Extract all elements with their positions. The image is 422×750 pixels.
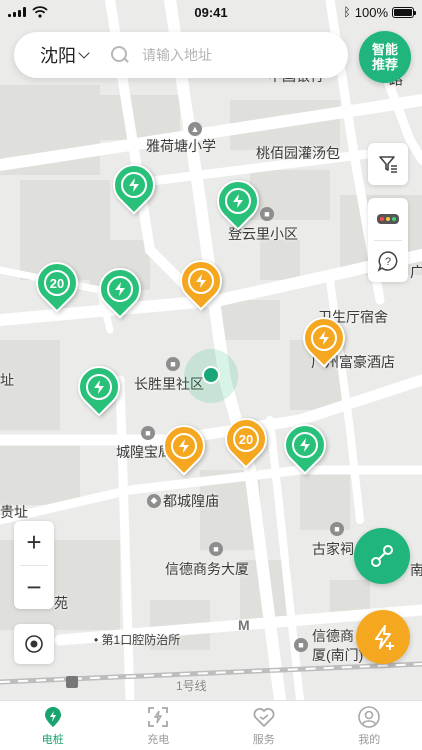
map-label-line1: 1号线 bbox=[176, 679, 207, 693]
map-label-soup: 桃佰园灌汤包 bbox=[256, 145, 340, 161]
charging-station-pin[interactable] bbox=[69, 357, 129, 420]
map-poi-icon: ■ bbox=[164, 355, 182, 373]
service-heart-icon bbox=[253, 707, 275, 727]
map-label-xinde-south: 信德商 bbox=[312, 628, 354, 644]
search-bar: 沈阳 bbox=[14, 32, 348, 78]
lightning-bolt-icon bbox=[311, 325, 337, 351]
map-label-gujia: 古家祠 bbox=[312, 541, 354, 557]
city-name: 沈阳 bbox=[40, 46, 76, 66]
traffic-light-icon bbox=[377, 213, 399, 224]
tab-label: 我的 bbox=[358, 733, 381, 746]
charging-station-pin[interactable] bbox=[90, 259, 150, 322]
tab-label: 充电 bbox=[147, 733, 170, 746]
map-poi-icon: ■ bbox=[292, 636, 310, 654]
bus-stop-icon bbox=[66, 676, 78, 688]
signal-icon bbox=[8, 7, 26, 17]
zoom-out-button[interactable]: − bbox=[14, 566, 54, 610]
traffic-toggle[interactable] bbox=[368, 198, 408, 240]
locate-me-button[interactable] bbox=[14, 624, 54, 664]
lightning-bolt-icon bbox=[188, 268, 214, 294]
search-icon bbox=[110, 45, 130, 65]
charging-station-pin[interactable]: 20 bbox=[27, 253, 87, 316]
bottom-tab-bar: 电桩 充电 服务 我的 bbox=[0, 700, 422, 750]
route-plan-button[interactable] bbox=[354, 528, 410, 584]
tab-label: 服务 bbox=[252, 733, 275, 746]
lightning-bolt-icon bbox=[292, 432, 318, 458]
locate-icon bbox=[25, 635, 43, 653]
map-label-school: 雅荷塘小学 bbox=[146, 138, 216, 154]
lightning-bolt-icon bbox=[171, 433, 197, 459]
map-poi-icon: ◆ bbox=[145, 492, 163, 510]
map-label-guang: 广 bbox=[410, 264, 422, 280]
tab-charging-pile[interactable]: 电桩 bbox=[0, 701, 106, 750]
lightning-bolt-icon bbox=[107, 276, 133, 302]
pin-count-label: 20 bbox=[44, 270, 70, 296]
status-time: 09:41 bbox=[194, 4, 228, 20]
map-tools-panel: ? bbox=[368, 198, 408, 282]
tab-charge[interactable]: 充电 bbox=[106, 701, 212, 750]
map-poi-icon: ■ bbox=[139, 424, 157, 442]
quick-charge-button[interactable] bbox=[356, 610, 410, 664]
charge-plus-icon bbox=[375, 625, 394, 650]
help-button[interactable]: ? bbox=[368, 241, 408, 283]
map-label-nan: 南 bbox=[410, 562, 422, 578]
battery-percent: 100% bbox=[354, 4, 388, 20]
tab-label: 电桩 bbox=[41, 733, 64, 746]
wifi-icon bbox=[32, 6, 48, 18]
battery-icon bbox=[392, 6, 416, 18]
map-view[interactable]: 中国银行 路 雅荷塘小学 桃佰园灌汤包 ▲ ■ 登云里小区 广 卫生厅宿舍 广州… bbox=[0, 0, 422, 700]
filter-icon bbox=[379, 156, 397, 173]
filter-button[interactable] bbox=[368, 143, 408, 185]
route-icon bbox=[371, 545, 393, 567]
map-poi-icon: ■ bbox=[328, 520, 346, 538]
charging-station-pin[interactable] bbox=[275, 415, 335, 478]
tab-service[interactable]: 服务 bbox=[211, 701, 317, 750]
help-icon: ? bbox=[377, 251, 398, 273]
tab-profile[interactable]: 我的 bbox=[317, 701, 422, 750]
zoom-in-button[interactable]: + bbox=[14, 521, 54, 565]
scan-charge-icon bbox=[148, 706, 169, 727]
mcdonalds-icon: M bbox=[238, 617, 250, 633]
city-selector[interactable]: 沈阳 bbox=[14, 42, 110, 68]
map-poi-icon: ■ bbox=[207, 540, 225, 558]
profile-icon bbox=[358, 705, 381, 728]
chevron-down-icon bbox=[78, 47, 90, 59]
lightning-bolt-icon bbox=[86, 374, 112, 400]
map-label-xinde: 信德商务大厦 bbox=[165, 561, 249, 577]
charging-station-pin[interactable] bbox=[208, 171, 268, 234]
svg-text:?: ? bbox=[385, 256, 391, 268]
pin-count-label: 20 bbox=[233, 426, 259, 452]
search-input[interactable] bbox=[142, 47, 322, 63]
current-location-dot bbox=[202, 366, 220, 384]
map-label-temple: 都城隍庙 bbox=[163, 493, 219, 509]
charging-pile-icon bbox=[44, 706, 61, 727]
map-label-clinic-text: 第1口腔防治所 bbox=[101, 633, 181, 647]
map-label-zhi: 址 bbox=[0, 372, 14, 388]
charging-station-pin[interactable]: 20 bbox=[216, 409, 276, 472]
zoom-controls: + − bbox=[14, 521, 54, 609]
smart-recommend-button[interactable]: 智能推荐 bbox=[359, 31, 411, 83]
map-poi-icon: ■ bbox=[258, 205, 276, 223]
map-label-gui: 贵址 bbox=[0, 504, 28, 520]
charging-station-pin[interactable] bbox=[294, 308, 354, 371]
status-bar: 09:41 ᛒ 100% bbox=[0, 0, 422, 24]
map-label-xinde-south2: 厦(南门) bbox=[312, 647, 364, 663]
charging-station-pin[interactable] bbox=[171, 251, 231, 314]
lightning-bolt-icon bbox=[121, 172, 147, 198]
map-label-clinic: • 第1口腔防治所 bbox=[94, 633, 181, 647]
map-poi-icon: ▲ bbox=[186, 120, 204, 138]
bluetooth-icon: ᛒ bbox=[343, 5, 351, 19]
charging-station-pin[interactable] bbox=[154, 416, 214, 479]
charging-station-pin[interactable] bbox=[104, 155, 164, 218]
map-label-yuan: 苑 bbox=[54, 595, 68, 611]
lightning-bolt-icon bbox=[225, 188, 251, 214]
